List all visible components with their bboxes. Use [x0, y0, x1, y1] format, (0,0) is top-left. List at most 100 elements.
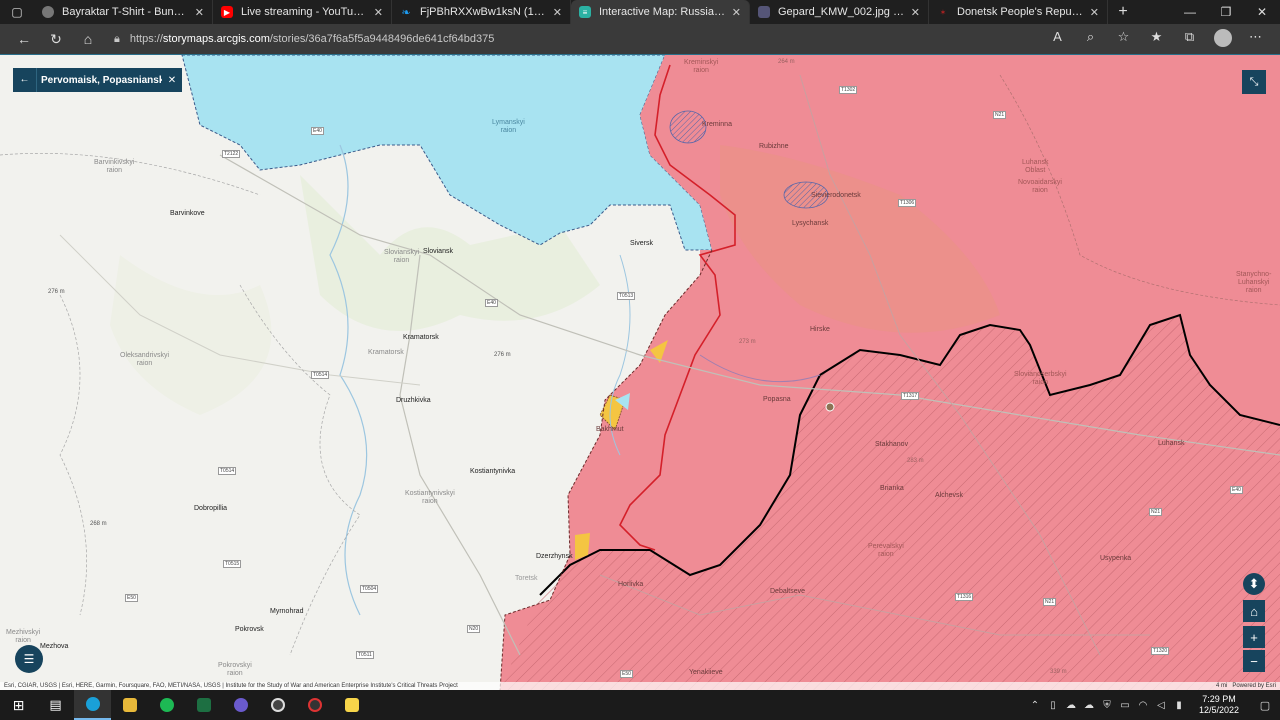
twitter-icon: ❧ [401, 6, 411, 19]
road-label: T0515 [223, 560, 242, 568]
address-bar-row: ← ↻ ⌂ 🔒︎ https://storymaps.arcgis.com/st… [0, 24, 1280, 54]
city-label: Usypenka [1100, 555, 1132, 562]
wiki-icon: ✶ [939, 7, 947, 17]
more-menu-icon[interactable]: ⋯ [1239, 29, 1272, 50]
zoom-out-icon[interactable]: − [1243, 650, 1265, 672]
storymaps-icon: ≡ [579, 6, 591, 18]
raion-label: Kreminskyi raion [684, 59, 719, 74]
expand-icon[interactable]: ⤡ [1242, 70, 1266, 94]
browser-tab[interactable]: ❧ FjPBhRXXwBw1ksN (1280×720) ✕ [392, 0, 571, 24]
file-explorer-icon[interactable] [111, 690, 148, 720]
browser-tab[interactable]: Gepard_KMW_002.jpg (1220×57 ✕ [750, 0, 929, 24]
home-extent-icon[interactable]: ⌂ [1243, 600, 1265, 622]
elevation-label: 276 m [494, 352, 511, 358]
city-label: Toretsk [515, 575, 538, 582]
raion-label: Perevalskyi raion [868, 543, 904, 558]
close-tab-icon[interactable]: ✕ [553, 6, 562, 19]
task-view-icon[interactable]: ▤ [37, 690, 74, 720]
cloud-icon[interactable]: ☁ [1062, 700, 1080, 711]
road-label: N21 [1149, 508, 1163, 516]
display-icon[interactable]: ▭ [1116, 700, 1134, 711]
location-marker[interactable] [825, 402, 835, 412]
url-prefix: https:// [129, 33, 163, 45]
url-field[interactable]: 🔒︎ https://storymaps.arcgis.com/stories/… [104, 27, 1041, 51]
city-label: Sloviansk [423, 248, 453, 255]
zoom-in-icon[interactable]: + [1243, 626, 1265, 648]
back-arrow-icon[interactable]: ← [13, 68, 37, 92]
lock-icon: 🔒︎ [114, 32, 120, 45]
discord-icon[interactable] [222, 690, 259, 720]
clock-date: 12/5/2022 [1198, 705, 1240, 715]
close-tab-icon[interactable]: ✕ [911, 6, 920, 19]
maximize-icon[interactable]: ❐ [1208, 0, 1244, 24]
map-viewport[interactable]: Kreminna Rubizhne Sievierodonetsk Lysych… [0, 54, 1280, 690]
add-favorite-icon[interactable]: ☆ [1107, 29, 1140, 50]
system-tray: ⌃ ▯ ☁ ☁ ⛨ ▭ ◠ ◁ ▮ 7:29 PM 12/5/2022 ▢ [1026, 694, 1280, 716]
road-label: E40 [311, 127, 324, 135]
road-label: T0514 [311, 371, 330, 379]
windows-taskbar: ⊞ ▤ ⌃ ▯ ☁ ☁ ⛨ ▭ ◠ ◁ ▮ 7:29 PM 12/5/2022 … [0, 690, 1280, 720]
obs-icon[interactable] [259, 690, 296, 720]
city-label: Kreminna [702, 121, 732, 128]
browser-tab-active[interactable]: ≡ Interactive Map: Russia's Invasion ✕ [571, 0, 750, 24]
browser-tab[interactable]: Bayraktar T-Shirt - Bunker Brand ✕ [34, 0, 213, 24]
city-label: Dobropillia [194, 505, 228, 512]
close-icon[interactable]: ✕ [162, 75, 182, 86]
city-label: Lysychansk [792, 220, 829, 227]
close-window-icon[interactable]: ✕ [1244, 0, 1280, 24]
new-tab-button[interactable]: + [1108, 0, 1138, 24]
compass-icon[interactable]: ⬍ [1243, 573, 1265, 595]
road-label: T1316 [955, 593, 974, 601]
zoom-icon[interactable]: ⌕ [1074, 29, 1107, 50]
onedrive-icon[interactable]: ☁ [1080, 700, 1098, 711]
youtube-icon: ▶ [221, 6, 233, 18]
road-label: N21 [993, 111, 1007, 119]
favorites-icon[interactable]: ★ [1140, 29, 1173, 50]
close-tab-icon[interactable]: ✕ [1090, 6, 1099, 19]
city-label: Bakhmut [596, 426, 624, 433]
globe-icon [42, 6, 54, 18]
road-label: T1320 [1151, 647, 1170, 655]
city-label: Yenakiieve [689, 669, 723, 676]
browser-tab[interactable]: ▶ Live streaming - YouTube Studio ✕ [213, 0, 392, 24]
wifi-icon[interactable]: ◠ [1134, 700, 1152, 711]
road-label: E40 [485, 299, 498, 307]
minimize-icon[interactable]: — [1172, 0, 1208, 24]
legend-list-icon[interactable]: ☰ [15, 645, 43, 673]
edge-browser-icon[interactable] [74, 690, 111, 720]
city-label: Sievierodonetsk [811, 192, 861, 199]
map-title: Pervomaisk, Popasniansky [41, 74, 162, 86]
security-icon[interactable]: ⛨ [1098, 700, 1116, 711]
tab-actions-icon[interactable]: ▢ [0, 0, 34, 24]
spotify-icon[interactable] [148, 690, 185, 720]
close-tab-icon[interactable]: ✕ [374, 6, 383, 19]
collections-icon[interactable]: ⧉ [1173, 29, 1206, 50]
road-label: T0511 [356, 651, 374, 659]
windows-start-icon[interactable]: ⊞ [0, 690, 37, 720]
notifications-icon[interactable]: ▢ [1250, 699, 1280, 712]
city-label: Siversk [630, 240, 653, 247]
close-tab-icon[interactable]: ✕ [195, 6, 204, 19]
chevron-up-icon[interactable]: ⌃ [1026, 700, 1044, 711]
elevation-label: 339 m [1050, 669, 1067, 675]
volume-icon[interactable]: ◁ [1152, 700, 1170, 711]
back-arrow-icon[interactable]: ← [8, 31, 40, 47]
road-label: T0513 [617, 292, 636, 300]
battery-icon[interactable]: ▮ [1170, 700, 1188, 711]
excel-icon[interactable] [185, 690, 222, 720]
refresh-icon[interactable]: ↻ [40, 31, 72, 48]
raion-label: Lymanskyi raion [492, 119, 525, 134]
elevation-label: 276 m [48, 289, 65, 295]
clock[interactable]: 7:29 PM 12/5/2022 [1188, 694, 1250, 716]
sticky-notes-icon[interactable] [333, 690, 370, 720]
elevation-label: 273 m [739, 339, 756, 345]
home-icon[interactable]: ⌂ [72, 31, 104, 47]
powered-by[interactable]: 4 mi Powered by Esri [1216, 682, 1276, 690]
city-label: Brianka [880, 485, 904, 492]
profile-icon[interactable] [1206, 28, 1239, 50]
browser-tab[interactable]: ✶ Donetsk People's Republic Tank ✕ [929, 0, 1108, 24]
app-icon[interactable] [296, 690, 333, 720]
read-aloud-icon[interactable]: A [1041, 29, 1074, 50]
close-tab-icon[interactable]: ✕ [732, 6, 741, 19]
phone-icon[interactable]: ▯ [1044, 700, 1062, 711]
